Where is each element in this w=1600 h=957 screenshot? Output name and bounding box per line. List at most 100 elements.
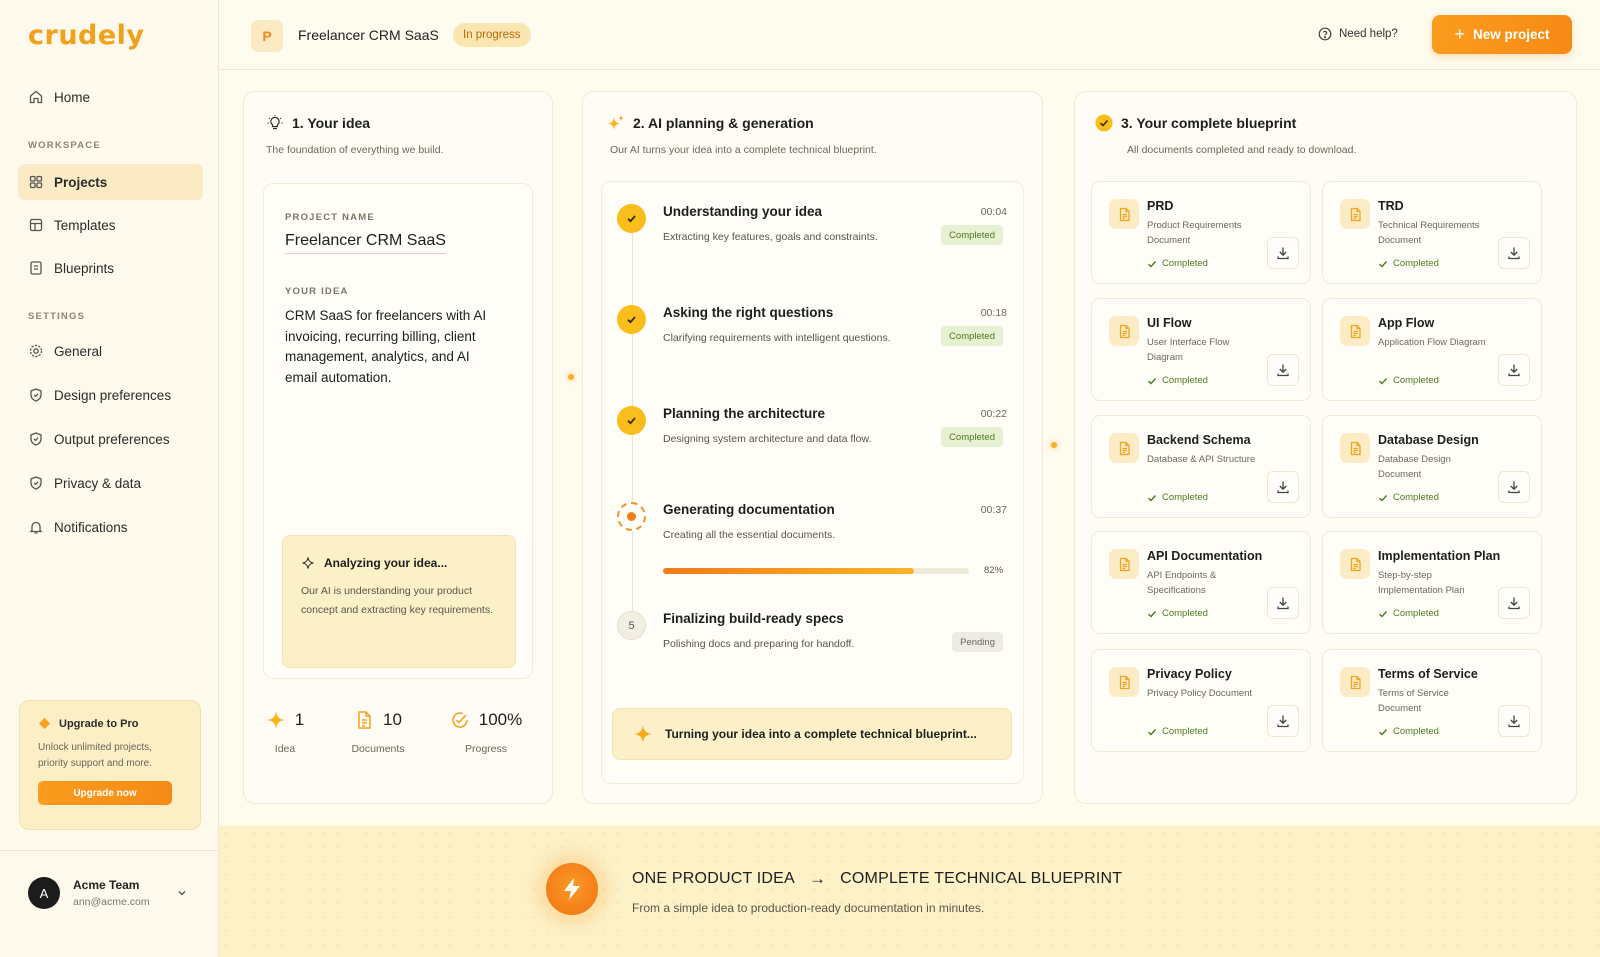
progress-fill [663,568,914,574]
document-name: Implementation Plan [1378,549,1501,563]
download-icon [1508,715,1520,728]
user-account-menu[interactable]: A Acme Team ann@acme.com [28,877,198,909]
document-card-implementation-plan[interactable]: Implementation Plan Step-by-step Impleme… [1322,531,1542,634]
sparkle-icon [608,115,624,130]
sidebar-item-general[interactable]: General [18,333,203,369]
document-status-label: Completed [1393,726,1439,737]
document-card-api-documentation[interactable]: API Documentation API Endpoints & Specif… [1091,531,1311,634]
user-info: Acme Team ann@acme.com [73,878,150,908]
document-card-prd[interactable]: PRD Product Requirements Document Comple… [1091,181,1311,284]
download-button[interactable] [1267,354,1299,386]
blueprint-card-header: 3. Your complete blueprint [1095,114,1296,132]
sidebar-item-templates[interactable]: Templates [18,207,203,243]
sparkle-icon [634,725,652,743]
document-file-badge [1340,549,1370,579]
download-button[interactable] [1498,705,1530,737]
upgrade-title: Upgrade to Pro [59,717,139,730]
chevron-down-icon[interactable] [176,887,188,899]
sidebar-item-blueprints[interactable]: Blueprints [18,250,203,286]
stat-idea-value: 1 [294,710,305,729]
app-logo[interactable]: crudely [28,20,145,51]
grid-icon [29,175,43,189]
sidebar-item-label: Output preferences [54,431,170,447]
document-name: Terms of Service [1378,667,1478,681]
settings-section-label: SETTINGS [28,311,86,322]
sparkle-icon [266,711,285,729]
sidebar-item-notifications[interactable]: Notifications [18,509,203,545]
idea-card-subtitle: The foundation of everything we build. [266,144,444,156]
step-title: Planning the architecture [663,406,826,421]
document-status: Completed [1147,492,1208,503]
progress-check-icon [452,712,468,728]
sidebar-item-label: Notifications [54,519,128,535]
planning-card-subtitle: Our AI turns your idea into a complete t… [610,144,877,156]
sidebar-item-projects[interactable]: Projects [18,164,203,200]
document-name: API Documentation [1147,549,1263,563]
diamond-icon [38,717,51,730]
project-name-value[interactable]: Freelancer CRM SaaS [285,232,446,254]
arrow-right-icon: → [808,869,827,888]
check-icon [1148,610,1157,617]
plus-icon: + [1454,24,1465,44]
sidebar: crudely Home WORKSPACE Projects Template… [0,0,219,957]
document-status: Completed [1147,608,1208,619]
document-card-trd[interactable]: TRD Technical Requirements Document Comp… [1322,181,1542,284]
download-button[interactable] [1267,587,1299,619]
download-button[interactable] [1267,705,1299,737]
check-icon [627,215,636,223]
download-button[interactable] [1498,354,1530,386]
download-button[interactable] [1267,237,1299,269]
need-help-label: Need help? [1339,28,1398,40]
sidebar-item-home[interactable]: Home [18,79,203,115]
download-button[interactable] [1498,237,1530,269]
download-icon [1277,597,1289,610]
help-circle-icon [1318,27,1332,41]
sidebar-item-label: Home [54,89,91,105]
download-icon [1508,247,1520,260]
stat-idea: 1 Idea [240,710,330,755]
download-button[interactable] [1498,587,1530,619]
document-description: User Interface Flow Diagram [1147,337,1230,363]
document-status-label: Completed [1393,608,1439,619]
new-project-button[interactable]: + New project [1432,15,1572,54]
document-icon [1350,675,1361,689]
document-status-label: Completed [1393,492,1439,503]
document-name: TRD [1378,199,1404,213]
document-card-privacy-policy[interactable]: Privacy Policy Privacy Policy Document C… [1091,649,1311,752]
step-check-badge [617,204,646,233]
upgrade-now-button[interactable]: Upgrade now [38,781,172,805]
idea-text[interactable]: CRM SaaS for freelancers with AI invoici… [285,306,495,388]
document-status-label: Completed [1162,608,1208,619]
planning-card: 2. AI planning & generation Our AI turns… [582,91,1043,804]
status-badge: Pending [952,632,1003,652]
document-card-backend-schema[interactable]: Backend Schema Database & API Structure … [1091,415,1311,518]
lightning-icon [564,878,580,900]
generation-progress-bar [663,568,969,574]
document-status: Completed [1378,726,1439,737]
need-help-link[interactable]: Need help? [1318,27,1398,41]
step-active-indicator [617,502,646,531]
document-card-terms-of-service[interactable]: Terms of Service Terms of Service Docume… [1322,649,1542,752]
project-badge: P [251,20,283,52]
check-icon [1379,260,1388,267]
document-status-label: Completed [1162,258,1208,269]
sidebar-item-privacy-data[interactable]: Privacy & data [18,465,203,501]
document-icon [1350,441,1361,455]
user-name: Acme Team [73,878,140,892]
download-icon [1277,481,1289,494]
active-dot [627,512,636,521]
step-description: Extracting key features, goals and const… [663,231,878,243]
sidebar-item-label: General [54,343,103,359]
planning-steps-panel [601,181,1024,784]
document-card-database-design[interactable]: Database Design Database Design Document… [1322,415,1542,518]
document-card-ui-flow[interactable]: UI Flow User Interface Flow Diagram Comp… [1091,298,1311,401]
download-button[interactable] [1498,471,1530,503]
sidebar-item-design-preferences[interactable]: Design preferences [18,377,203,413]
planning-status-text: Turning your idea into a complete techni… [665,727,977,741]
status-badge: Completed [941,427,1003,447]
sidebar-item-output-preferences[interactable]: Output preferences [18,421,203,457]
document-name: UI Flow [1147,316,1192,330]
download-button[interactable] [1267,471,1299,503]
banner-right-text: COMPLETE TECHNICAL BLUEPRINT [840,870,1123,887]
document-card-app-flow[interactable]: App Flow Application Flow Diagram Comple… [1322,298,1542,401]
